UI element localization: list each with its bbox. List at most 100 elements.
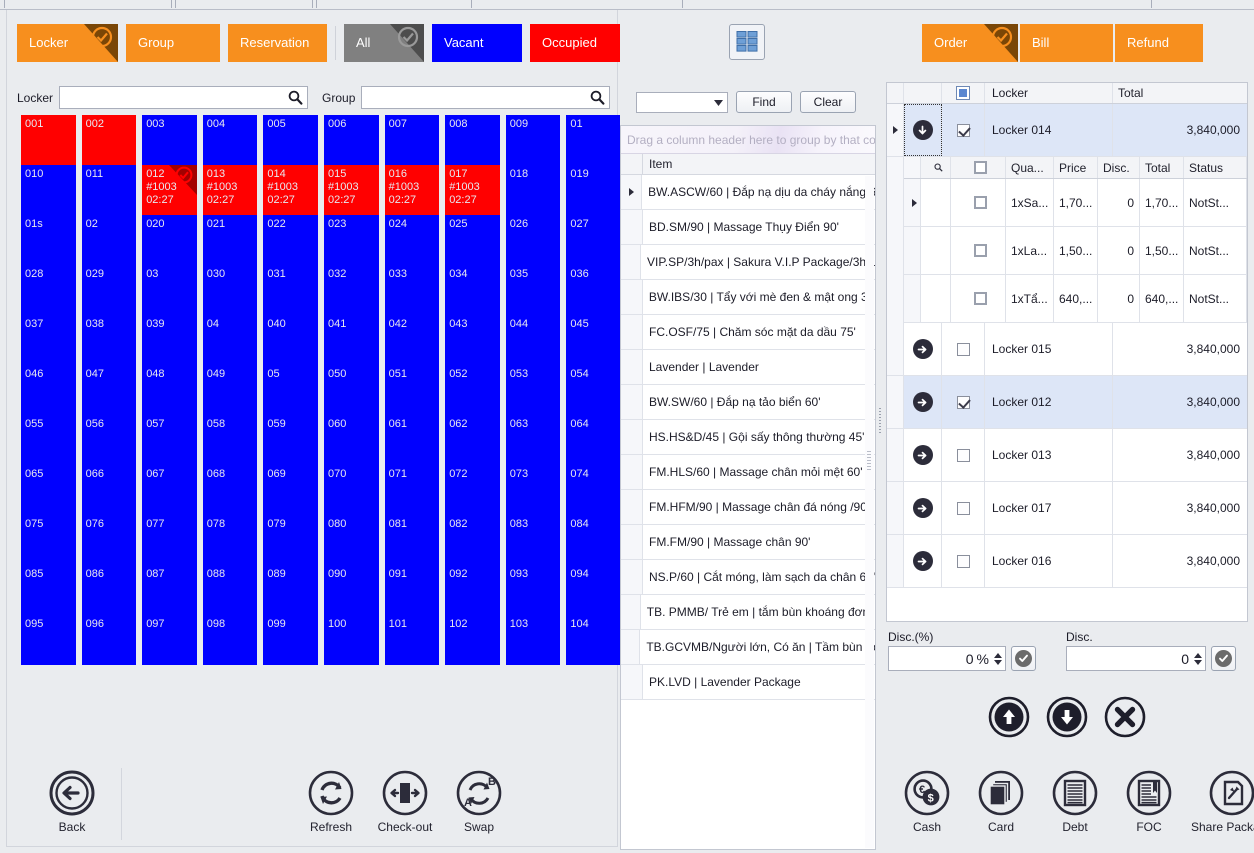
order-detail-row[interactable]: 1xSa... 1,70... 0 1,70... NotSt... [904, 179, 1247, 227]
arrow-right-circle-button[interactable] [904, 535, 942, 587]
order-row[interactable]: Locker 014 3,840,000 [887, 104, 1247, 157]
checkbox-icon[interactable] [956, 395, 970, 409]
locker-cell-006[interactable]: 006 [323, 115, 379, 165]
locker-cell-079[interactable]: 079 [263, 515, 318, 565]
locker-cell-025[interactable]: 025 [445, 215, 500, 265]
item-row[interactable]: HS.HS&D/45 | Gội sấy thông thường 45' [621, 420, 875, 455]
remove-button[interactable] [1104, 696, 1146, 738]
view-toggle-button[interactable] [729, 24, 765, 60]
discount-percent-input[interactable]: 0 % [888, 646, 1006, 671]
mode-button-group[interactable]: Group [126, 24, 220, 62]
check-out-button[interactable]: Check-out [368, 768, 442, 834]
search-icon[interactable] [590, 90, 605, 106]
locker-cell-102[interactable]: 102 [445, 615, 500, 665]
order-row[interactable]: Locker 012 3,840,000 [887, 376, 1247, 429]
locker-cell-022[interactable]: 022 [263, 215, 318, 265]
locker-cell-064[interactable]: 064 [566, 415, 621, 465]
locker-cell-071[interactable]: 071 [384, 465, 440, 515]
detail-search-icon[interactable] [921, 157, 951, 178]
locker-cell-053[interactable]: 053 [505, 365, 561, 415]
order-row-checkbox[interactable] [942, 376, 985, 428]
locker-cell-015[interactable]: 015 #1003 02:27 [323, 165, 379, 215]
expand-toggle[interactable] [887, 535, 904, 587]
locker-column-header[interactable]: Locker [985, 83, 1113, 103]
expand-toggle[interactable] [887, 104, 904, 156]
locker-cell-054[interactable]: 054 [566, 365, 621, 415]
checkbox-icon[interactable] [956, 501, 970, 515]
order-row-checkbox[interactable] [942, 104, 985, 156]
locker-cell-073[interactable]: 073 [505, 465, 561, 515]
locker-cell-017[interactable]: 017 #1003 02:27 [445, 165, 500, 215]
swap-button[interactable]: B A Swap [442, 768, 516, 834]
detail-row-checkbox[interactable] [951, 227, 1006, 274]
locker-cell-095[interactable]: 095 [21, 615, 76, 665]
locker-cell-086[interactable]: 086 [81, 565, 137, 615]
spinner-arrows-icon[interactable] [1194, 652, 1202, 665]
locker-cell-039[interactable]: 039 [142, 315, 197, 365]
select-all-checkbox-icon[interactable] [956, 86, 970, 100]
locker-cell-078[interactable]: 078 [202, 515, 258, 565]
detail-row-checkbox[interactable] [951, 179, 1006, 226]
mode-button-locker[interactable]: Locker [17, 24, 118, 62]
locker-cell-104[interactable]: 104 [566, 615, 621, 665]
item-row[interactable]: BW.SW/60 | Đắp nạ tảo biển 60' [621, 385, 875, 420]
locker-cell-027[interactable]: 027 [566, 215, 621, 265]
checkbox-icon[interactable] [956, 123, 970, 137]
mode-button-refund[interactable]: Refund [1115, 24, 1203, 62]
locker-cell-081[interactable]: 081 [384, 515, 440, 565]
locker-cell-075[interactable]: 075 [21, 515, 76, 565]
group-search-box[interactable] [361, 86, 611, 109]
item-row[interactable]: FM.FM/90 | Massage chân 90' [621, 525, 875, 560]
locker-cell-01s[interactable]: 01s [21, 215, 76, 265]
locker-cell-028[interactable]: 028 [21, 265, 76, 315]
locker-cell-007[interactable]: 007 [384, 115, 440, 165]
detail-column-header[interactable]: Qua... [1006, 157, 1054, 178]
order-row-checkbox[interactable] [942, 482, 985, 534]
locker-cell-100[interactable]: 100 [323, 615, 379, 665]
mode-button-reservation[interactable]: Reservation [228, 24, 327, 62]
back-button[interactable]: Back [35, 768, 109, 834]
mode-button-order[interactable]: Order [922, 24, 1018, 62]
locker-cell-034[interactable]: 034 [445, 265, 500, 315]
locker-cell-069[interactable]: 069 [263, 465, 318, 515]
locker-search-input[interactable] [60, 87, 308, 108]
locker-cell-024[interactable]: 024 [384, 215, 440, 265]
checkbox-icon[interactable] [974, 161, 987, 174]
locker-cell-060[interactable]: 060 [323, 415, 379, 465]
order-row[interactable]: Locker 017 3,840,000 [887, 482, 1247, 535]
locker-cell-061[interactable]: 061 [384, 415, 440, 465]
locker-cell-031[interactable]: 031 [263, 265, 318, 315]
order-row[interactable]: Locker 015 3,840,000 [887, 323, 1247, 376]
move-down-button[interactable] [1046, 696, 1088, 738]
tab-stub-1[interactable] [4, 0, 172, 8]
locker-cell-051[interactable]: 051 [384, 365, 440, 415]
locker-cell-057[interactable]: 057 [142, 415, 197, 465]
locker-cell-093[interactable]: 093 [505, 565, 561, 615]
expand-toggle[interactable] [887, 482, 904, 534]
locker-cell-066[interactable]: 066 [81, 465, 137, 515]
locker-cell-045[interactable]: 045 [566, 315, 621, 365]
locker-cell-087[interactable]: 087 [142, 565, 197, 615]
locker-cell-103[interactable]: 103 [505, 615, 561, 665]
spinner-arrows-icon[interactable] [994, 652, 1002, 665]
locker-cell-04[interactable]: 04 [202, 315, 258, 365]
locker-cell-002[interactable]: 002 [81, 115, 137, 165]
order-row[interactable]: Locker 013 3,840,000 [887, 429, 1247, 482]
locker-cell-072[interactable]: 072 [445, 465, 500, 515]
locker-cell-01[interactable]: 01 [566, 115, 621, 165]
tab-stub-2[interactable] [175, 0, 313, 8]
group-by-hint[interactable]: Drag a column header here to group by th… [621, 126, 875, 154]
expand-toggle[interactable] [887, 376, 904, 428]
item-row[interactable]: BD.SM/90 | Massage Thụy Điển 90' [621, 210, 875, 245]
locker-cell-014[interactable]: 014 #1003 02:27 [263, 165, 318, 215]
locker-cell-067[interactable]: 067 [142, 465, 197, 515]
locker-cell-062[interactable]: 062 [445, 415, 500, 465]
arrow-right-circle-button[interactable] [904, 482, 942, 534]
locker-cell-096[interactable]: 096 [81, 615, 137, 665]
order-detail-row[interactable]: 1xLa... 1,50... 0 1,50... NotSt... [904, 227, 1247, 275]
item-grid-scrollbar[interactable] [865, 176, 874, 848]
order-row[interactable]: Locker 016 3,840,000 [887, 535, 1247, 588]
arrow-right-circle-button[interactable] [904, 323, 942, 375]
locker-cell-042[interactable]: 042 [384, 315, 440, 365]
locker-cell-092[interactable]: 092 [445, 565, 500, 615]
